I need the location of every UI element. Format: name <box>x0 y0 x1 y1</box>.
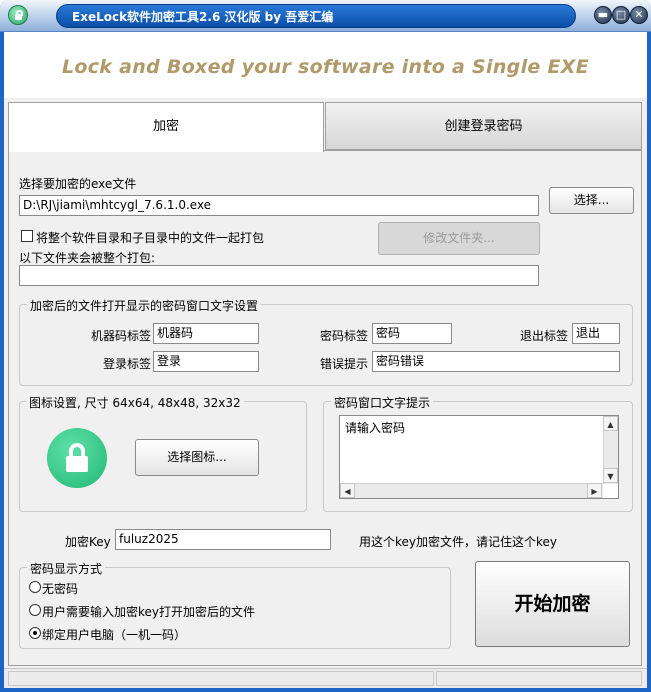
radio-key-password-label: 用户需要输入加密key打开加密后的文件 <box>42 605 256 619</box>
prompt-text-value: 请输入密码 <box>345 421 406 435</box>
app-lock-icon[interactable] <box>8 5 28 25</box>
folder-input[interactable] <box>19 265 539 286</box>
scroll-left-icon[interactable]: ◀ <box>340 483 355 498</box>
client-area: Lock and Boxed your software into a Sing… <box>4 32 647 688</box>
lock-icon <box>47 428 107 488</box>
exit-label-label: 退出标签 <box>520 329 569 343</box>
modify-folder-button[interactable]: 修改文件夹... <box>378 222 540 255</box>
browse-button[interactable]: 选择... <box>549 187 634 214</box>
scroll-down-icon[interactable]: ▼ <box>603 468 618 483</box>
app-window: ExeLock软件加密工具2.6 汉化版 by 吾爱汇编 ▬ □ ✕ Lock … <box>0 0 651 692</box>
exe-file-label: 选择要加密的exe文件 <box>19 177 137 191</box>
key-input[interactable]: fuluz2025 <box>115 529 331 550</box>
login-label-label: 登录标签 <box>103 357 152 371</box>
radio-bind-computer-label: 绑定用户电脑（一机一码） <box>42 628 187 642</box>
radio-key-password[interactable] <box>29 604 41 616</box>
status-cell-2 <box>436 671 642 686</box>
tab-encrypt[interactable]: 加密 <box>8 102 324 152</box>
banner: Lock and Boxed your software into a Sing… <box>4 32 647 98</box>
horizontal-scrollbar[interactable]: ◀ ▶ <box>340 483 603 498</box>
banner-text: Lock and Boxed your software into a Sing… <box>61 56 589 78</box>
start-encrypt-button[interactable]: 开始加密 <box>475 561 630 647</box>
password-mode-title: 密码显示方式 <box>27 560 106 577</box>
encrypt-panel: 选择要加密的exe文件 D:\RJ\jiami\mhtcygl_7.6.1.0.… <box>8 150 642 666</box>
maximize-button[interactable]: □ <box>612 6 630 24</box>
status-cell-1 <box>8 671 434 686</box>
password-window-settings-group <box>19 304 633 386</box>
radio-no-password-label: 无密码 <box>42 582 79 596</box>
prompt-text-title: 密码窗口文字提示 <box>331 394 434 411</box>
password-label-input[interactable]: 密码 <box>372 323 452 344</box>
status-bar <box>4 668 647 688</box>
password-window-settings-title: 加密后的文件打开显示的密码窗口文字设置 <box>27 297 262 314</box>
folder-label: 以下文件夹会被整个打包: <box>19 251 156 265</box>
exit-label-input[interactable]: 退出 <box>572 323 620 344</box>
pack-directory-checkbox[interactable] <box>21 230 33 242</box>
window-title: ExeLock软件加密工具2.6 汉化版 by 吾爱汇编 <box>72 10 334 24</box>
key-hint: 用这个key加密文件，请记住这个key <box>359 535 558 549</box>
login-label-input[interactable]: 登录 <box>153 351 259 372</box>
error-hint-input[interactable]: 密码错误 <box>372 351 620 372</box>
vertical-scrollbar[interactable]: ▲ ▼ <box>603 416 618 484</box>
tab-create-login-password[interactable]: 创建登录密码 <box>325 102 642 150</box>
exe-path-input[interactable]: D:\RJ\jiami\mhtcygl_7.6.1.0.exe <box>19 195 539 216</box>
pack-directory-label: 将整个软件目录和子目录中的文件一起打包 <box>36 231 265 245</box>
close-button[interactable]: ✕ <box>630 6 648 24</box>
machine-code-input[interactable]: 机器码 <box>153 323 259 344</box>
machine-code-label: 机器码标签 <box>91 329 152 343</box>
key-label: 加密Key <box>65 535 111 549</box>
prompt-textarea[interactable]: 请输入密码 ▲ ▼ ◀ ▶ <box>339 415 619 499</box>
icon-settings-title: 图标设置, 尺寸 64x64, 48x48, 32x32 <box>26 394 244 411</box>
password-label-label: 密码标签 <box>320 329 369 343</box>
title-bar[interactable]: ExeLock软件加密工具2.6 汉化版 by 吾爱汇编 ▬ □ ✕ <box>0 0 651 32</box>
minimize-button[interactable]: ▬ <box>594 6 612 24</box>
radio-bind-computer[interactable] <box>29 627 41 639</box>
scroll-up-icon[interactable]: ▲ <box>603 416 618 431</box>
radio-no-password[interactable] <box>29 581 41 593</box>
choose-icon-button[interactable]: 选择图标... <box>135 439 259 476</box>
error-hint-label: 错误提示 <box>320 357 369 371</box>
scroll-right-icon[interactable]: ▶ <box>587 483 602 498</box>
